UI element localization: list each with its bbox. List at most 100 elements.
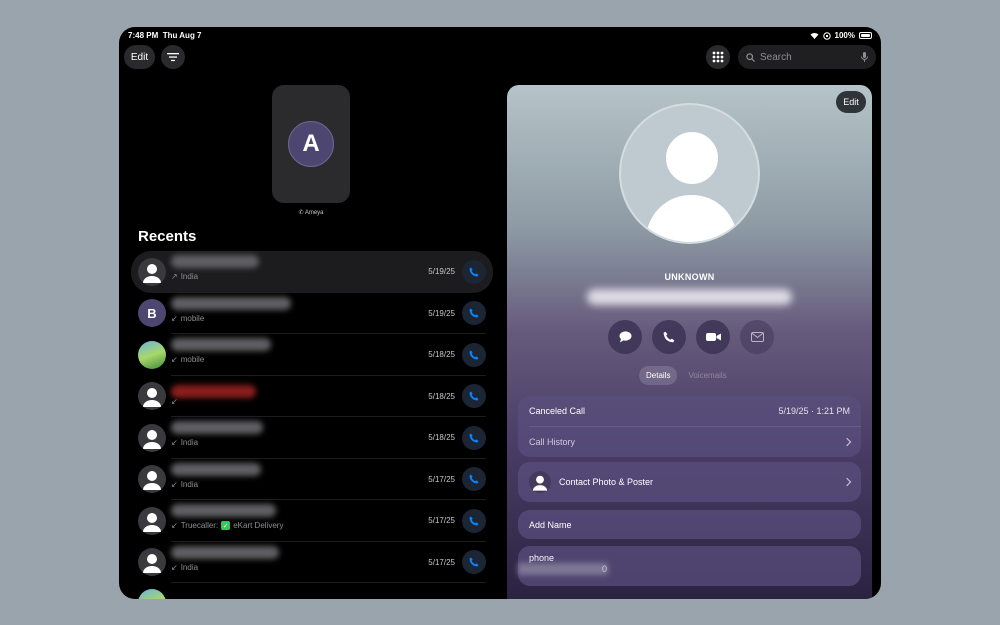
recent-call-row[interactable]: ↙ 5/18/25 [131,376,493,417]
contact-avatar-icon: B [138,299,166,328]
call-timestamp: 5/19/25 · 1:21 PM [778,406,850,416]
outgoing-arrow-icon: ↗ [171,272,178,281]
contact-avatar-icon [138,257,166,286]
call-label: India [180,438,199,447]
call-subtitle: ↙ India [171,563,198,572]
message-button[interactable] [608,320,642,354]
date-text: Thu Aug 7 [162,31,202,40]
chevron-right-icon [842,437,852,447]
avatar-head [666,132,718,184]
phone-icon [469,267,479,277]
phone-icon [469,391,479,401]
filter-button[interactable] [161,45,185,69]
call-date: 5/19/25 [428,267,455,277]
search-icon [746,52,755,62]
contact-avatar-icon [138,506,166,535]
favorite-contact-card[interactable]: A [272,85,350,203]
call-label: India [180,562,199,572]
time-text: 7:48 PM [128,31,159,40]
call-date: 5/19/25 [428,308,455,318]
message-icon [619,331,631,343]
video-button[interactable] [696,320,730,354]
favorite-name: Ameya [304,210,324,216]
call-label: mobile [180,355,205,364]
phone-label: phone [529,553,555,563]
caller-name-redacted [171,462,261,476]
phone-icon [469,350,479,360]
phone-icon [663,331,675,343]
recent-call-row[interactable]: ↙ India 5/17/25 [131,459,493,500]
video-icon [705,333,721,341]
mail-icon [750,332,764,342]
call-date: 5/18/25 [428,391,455,401]
call-date: 5/17/25 [428,474,455,484]
recent-call-row[interactable]: ↙ Truecaller: ✓ eKart Delivery 5/17/25 [131,500,493,542]
call-action-button[interactable] [652,320,686,354]
status-indicators: 100% [810,31,872,40]
recents-title: Recents [138,228,197,245]
call-button[interactable] [462,259,486,284]
call-button[interactable] [462,550,486,575]
mail-button[interactable] [740,320,774,354]
call-status-row: Canceled Call 5/19/25 · 1:21 PM [518,396,861,426]
contact-avatar-icon [138,423,166,452]
call-date: 5/17/25 [428,516,455,526]
call-subtitle: ↙ Truecaller: ✓ eKart Delivery [171,521,283,530]
recent-call-row[interactable]: ↙ India 5/18/25 [131,417,493,459]
incoming-arrow-icon: ↙ [171,396,178,406]
tab-details[interactable]: Details [639,366,678,385]
phone-icon [469,557,479,567]
recent-call-row[interactable]: ↙ India 5/17/25 [131,542,493,583]
recent-call-row[interactable]: ↙ mobile 5/18/25 [131,334,493,376]
detail-tabs: Details Voicemails [639,366,734,385]
call-subtitle: ↙ [171,397,181,406]
photo-poster-card[interactable]: Contact Photo & Poster [518,462,861,502]
keypad-button[interactable] [706,45,730,69]
call-button[interactable] [462,384,486,409]
add-name-row[interactable]: Add Name [518,510,861,539]
caller-name-redacted [171,338,271,351]
recents-list: ↗ India 5/19/25 B ↙ mobile 5/19/25 ↙ mobile… [131,251,493,599]
contact-avatar-icon [138,548,166,577]
add-name-card[interactable]: Add Name [518,510,861,539]
call-button[interactable] [462,467,486,492]
incoming-arrow-icon: ↙ [171,562,178,572]
detail-edit-button[interactable]: Edit [836,91,866,113]
keypad-icon [712,51,724,63]
tab-voicemails[interactable]: Voicemails [681,366,733,385]
search-field[interactable]: Search [738,45,876,69]
favorite-avatar: A [288,121,334,167]
call-status: Canceled Call [529,406,586,416]
contact-avatar-icon [138,465,166,494]
quick-actions [608,320,774,354]
call-button[interactable] [462,342,486,367]
phone-icon [469,433,479,443]
photo-poster-row[interactable]: Contact Photo & Poster [518,462,861,502]
edit-button[interactable]: Edit [124,45,155,69]
phone-app-window: 7:48 PM Thu Aug 7 100% Edit Search A ✆ A… [119,27,881,599]
call-button[interactable] [462,425,486,450]
call-subtitle: ↙ India [171,438,198,447]
contact-detail-panel: Edit UNKNOWN Details Voicemails Canceled… [507,85,872,599]
call-subtitle: ↙ India [171,480,198,489]
recent-call-row[interactable]: ↗ India 5/19/25 [131,251,493,293]
call-subtitle: ↗ India [171,272,198,281]
recent-call-row-partial[interactable] [131,583,493,599]
call-history-row[interactable]: Call History [518,427,861,457]
contact-avatar-icon [138,382,166,411]
incoming-arrow-icon: ↙ [171,313,178,323]
call-label: India [180,479,199,489]
phone-card[interactable]: phone 0 [518,546,861,586]
microphone-icon[interactable] [861,52,868,62]
call-button[interactable] [462,301,486,326]
filter-icon [167,53,179,62]
wifi-icon [810,32,819,39]
call-button[interactable] [462,508,486,533]
caller-name-redacted [171,296,291,310]
call-label: Truecaller: [180,521,219,530]
recent-call-row[interactable]: B ↙ mobile 5/19/25 [131,293,493,334]
call-subtitle: ↙ mobile [171,314,204,323]
call-date: 5/18/25 [428,350,455,360]
incoming-arrow-icon: ↙ [171,355,178,364]
photo-poster-label: Contact Photo & Poster [559,477,654,487]
